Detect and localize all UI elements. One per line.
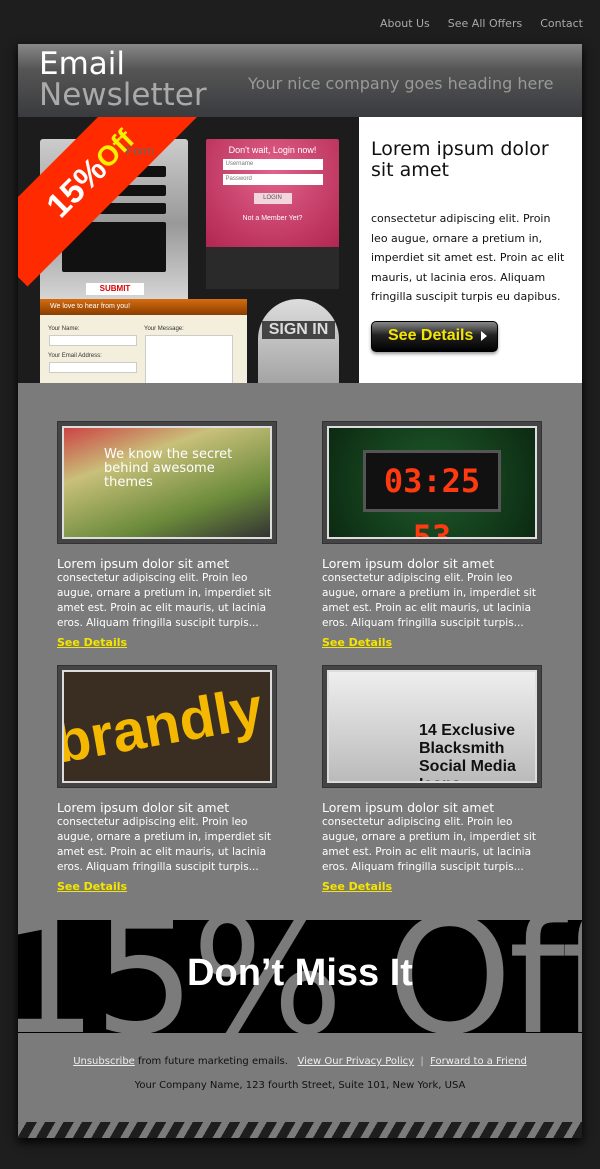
newsletter: Email Newsletter Your nice company goes … bbox=[18, 44, 582, 1138]
thumb-text: 14 Exclusive Blacksmith Social Media Ico… bbox=[419, 722, 516, 781]
top-nav: About Us See All Offers Contact bbox=[380, 17, 583, 30]
see-details-button[interactable]: See Details bbox=[371, 320, 498, 352]
mock-your-email: Your Email Address: bbox=[48, 353, 102, 359]
footer-links: Unsubscribe from future marketing emails… bbox=[18, 1056, 582, 1067]
nav-contact[interactable]: Contact bbox=[540, 17, 583, 30]
tagline: Your nice company goes heading here bbox=[248, 74, 554, 93]
mock-login: LOGIN bbox=[253, 193, 292, 204]
card-title: Lorem ipsum dolor sit amet bbox=[57, 800, 230, 815]
card-thumbnail[interactable]: We know the secret behind awesome themes bbox=[57, 421, 277, 544]
mock-sign-in-label: SIGN IN bbox=[262, 321, 335, 339]
card-thumbnail[interactable]: 03:25 53 bbox=[322, 421, 542, 544]
mock-not-member: Not a Member Yet? bbox=[242, 215, 303, 222]
mock-submit: SUBMIT bbox=[86, 283, 144, 295]
mock-pink-title: Don't wait, Login now! bbox=[228, 145, 317, 155]
card: brandly Lorem ipsum dolor sit amet conse… bbox=[57, 665, 277, 894]
promo-banner: 15% Off Don’t Miss It bbox=[18, 920, 582, 1033]
banner-headline: Don’t Miss It bbox=[187, 952, 413, 994]
card-see-details-link[interactable]: See Details bbox=[57, 880, 127, 893]
card-title: Lorem ipsum dolor sit amet bbox=[322, 556, 495, 571]
card-thumbnail[interactable]: 14 Exclusive Blacksmith Social Media Ico… bbox=[322, 665, 542, 788]
nav-about-us[interactable]: About Us bbox=[380, 17, 430, 30]
card: 14 Exclusive Blacksmith Social Media Ico… bbox=[322, 665, 542, 894]
thumb-text: 03:25 53 bbox=[363, 450, 501, 537]
card-see-details-link[interactable]: See Details bbox=[322, 880, 392, 893]
hero-title: Lorem ipsum dolor sit amet bbox=[371, 138, 549, 181]
mock-your-message: Your Message: bbox=[144, 326, 184, 332]
card: 03:25 53 Lorem ipsum dolor sit amet cons… bbox=[322, 421, 542, 650]
mock-your-name: Your Name: bbox=[48, 326, 80, 332]
unsubscribe-link[interactable]: Unsubscribe bbox=[73, 1056, 135, 1067]
mock-pink-login: Don't wait, Login now! Username Password… bbox=[206, 139, 339, 252]
card-see-details-link[interactable]: See Details bbox=[57, 636, 127, 649]
mock-password: Password bbox=[222, 174, 323, 185]
card-body: consectetur adipiscing elit. Proin leo a… bbox=[57, 572, 271, 629]
mock-form-title: Form bbox=[126, 144, 154, 158]
logo-line2: Newsletter bbox=[39, 77, 207, 113]
thumb-text: brandly bbox=[62, 675, 268, 776]
company-address: Your Company Name, 123 fourth Street, Su… bbox=[134, 1080, 466, 1091]
card-body: consectetur adipiscing elit. Proin leo a… bbox=[57, 816, 271, 873]
hero-image: SUBMIT Don't wait, Login now! Username P… bbox=[18, 117, 359, 383]
header: Email Newsletter Your nice company goes … bbox=[18, 44, 582, 117]
hero-text: Lorem ipsum dolor sit amet consectetur a… bbox=[359, 117, 582, 383]
mock-dark-login bbox=[206, 247, 339, 289]
hero-body: consectetur adipiscing elit. Proin leo a… bbox=[371, 212, 565, 303]
arrow-right-icon bbox=[481, 331, 488, 341]
card-thumbnail[interactable]: brandly bbox=[57, 665, 277, 788]
stripe-border bbox=[18, 1122, 582, 1138]
privacy-policy-link[interactable]: View Our Privacy Policy bbox=[297, 1056, 414, 1067]
mock-orange-title: We love to hear from you! bbox=[40, 299, 247, 315]
card-title: Lorem ipsum dolor sit amet bbox=[322, 800, 495, 815]
mock-feedback-form: We love to hear from you! Your Name: You… bbox=[40, 299, 247, 383]
nav-see-all-offers[interactable]: See All Offers bbox=[448, 17, 522, 30]
mock-sign-in: SIGN IN bbox=[258, 299, 339, 383]
card-body: consectetur adipiscing elit. Proin leo a… bbox=[322, 572, 536, 629]
card-see-details-link[interactable]: See Details bbox=[322, 636, 392, 649]
mock-username: Username bbox=[222, 159, 323, 170]
thumb-text: We know the secret behind awesome themes bbox=[104, 447, 233, 490]
see-details-label: See Details bbox=[388, 327, 474, 344]
logo-line1: Email bbox=[39, 46, 126, 82]
forward-link[interactable]: Forward to a Friend bbox=[430, 1056, 527, 1067]
card-title: Lorem ipsum dolor sit amet bbox=[57, 556, 230, 571]
card-body: consectetur adipiscing elit. Proin leo a… bbox=[322, 816, 536, 873]
card: We know the secret behind awesome themes… bbox=[57, 421, 277, 650]
unsubscribe-text: from future marketing emails. bbox=[138, 1056, 288, 1067]
separator: | bbox=[420, 1056, 424, 1067]
